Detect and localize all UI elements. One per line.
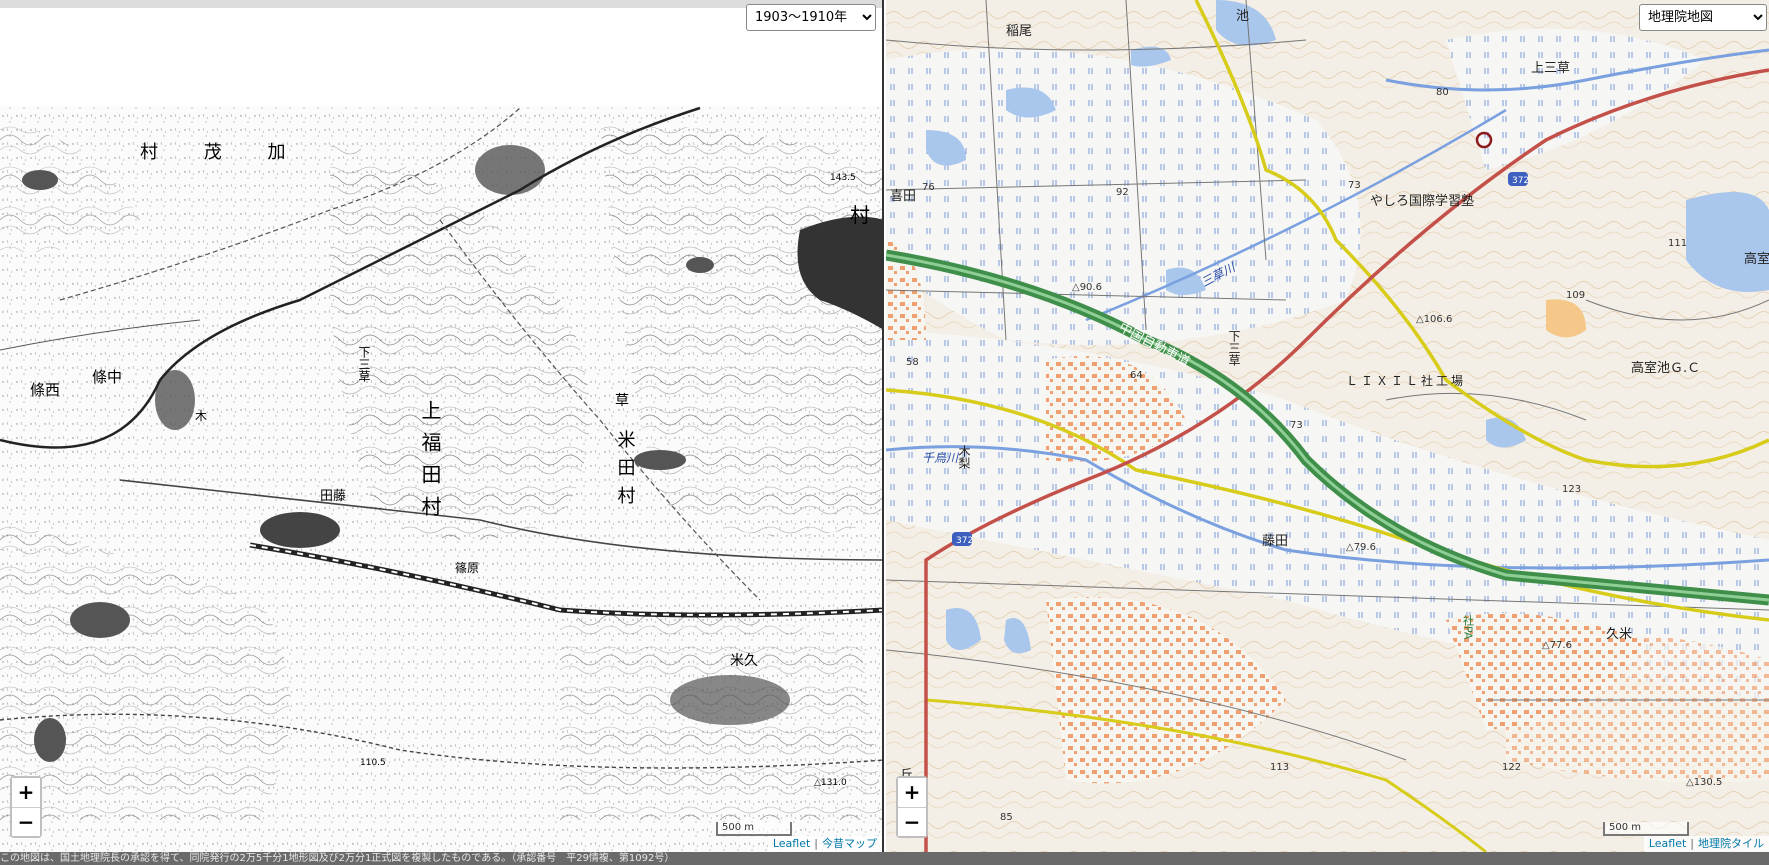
label-shinohara: 篠原	[455, 560, 479, 575]
left-attribution: Leaflet | 今昔マップ	[767, 836, 882, 852]
label-elevation: 58	[906, 357, 919, 368]
pond	[22, 170, 58, 190]
leaflet-link[interactable]: Leaflet	[773, 837, 810, 850]
label-kume: 久米	[1606, 627, 1632, 642]
label-fujita: 藤田	[1262, 534, 1288, 549]
label-kusa: 草	[615, 393, 629, 409]
gsi-map-canvas[interactable]: 372 372 稲尾 池 喜田 上三草 やしろ国際学習塾 下三草 ＬＩＸＩＬ社工…	[886, 0, 1769, 852]
label-elevation: 110.5	[360, 758, 386, 768]
label-elevation: △106.6	[1416, 314, 1452, 325]
label-nakajo: 條中	[92, 368, 122, 386]
label-elevation: 122	[1502, 762, 1521, 773]
leaflet-link[interactable]: Leaflet	[1649, 837, 1686, 850]
left-zoom-out-button[interactable]: −	[12, 807, 40, 836]
label-shimomikusa: 下三草	[357, 346, 371, 382]
label-mura: 村	[850, 203, 870, 227]
left-zoom-in-button[interactable]: +	[12, 778, 40, 807]
label-elevation: △131.0	[814, 778, 847, 788]
gsi-tile-link[interactable]: 地理院タイル	[1698, 837, 1764, 850]
label-elevation: 143.5	[830, 173, 856, 183]
label-kinashi: 木梨	[957, 445, 971, 469]
label-takamuro-gc: 高室池Ｇ.Ｃ	[1631, 360, 1700, 376]
label-shimomikusa: 下三草	[1227, 330, 1241, 366]
town-area	[1506, 633, 1769, 783]
right-attribution: Leaflet | 地理院タイル	[1643, 836, 1769, 852]
label-elevation: 123	[1562, 484, 1581, 495]
label-yoneda-village: 米田村	[615, 430, 636, 514]
gsi-layer-select[interactable]: 地理院地図	[1639, 4, 1767, 31]
label-elevation: 73	[1348, 180, 1361, 191]
label-inao: 稲尾	[1006, 24, 1032, 39]
label-takamuro: 高室	[1744, 251, 1769, 267]
label-kamo-village: 村 茂 加	[140, 142, 305, 163]
label-kamimikusa: 上三草	[1531, 61, 1570, 76]
label-lixil-factory: ＬＩＸＩＬ社工場	[1346, 373, 1466, 388]
label-chidori-river: 千鳥川	[922, 451, 960, 465]
old-map-pane[interactable]: 村 茂 加 村 條中 條西 田藤 下三草 上福田村 米田村 米久 篠原 草 木 …	[0, 0, 884, 852]
label-elevation: 76	[922, 182, 935, 193]
old-map-canvas[interactable]: 村 茂 加 村 條中 條西 田藤 下三草 上福田村 米田村 米久 篠原 草 木 …	[0, 0, 884, 852]
right-zoom-in-button[interactable]: +	[898, 778, 926, 807]
village-kume	[670, 675, 790, 725]
label-elevation: 73	[1290, 420, 1303, 431]
right-zoom-out-button[interactable]: −	[898, 807, 926, 836]
label-elevation: 113	[1270, 762, 1289, 773]
right-scale-bar: 500 m	[1603, 822, 1689, 836]
route-shield-number: 372	[956, 536, 973, 546]
label-elevation: 80	[1436, 87, 1449, 98]
label-fujita: 田藤	[320, 489, 346, 504]
pond	[634, 450, 686, 470]
label-elevation: 111	[1668, 238, 1687, 249]
label-elevation: 85	[1000, 812, 1013, 823]
pond	[70, 602, 130, 638]
label-elevation: △90.6	[1072, 282, 1102, 293]
village-fujita	[260, 512, 340, 548]
label-ike: 池	[1236, 9, 1249, 24]
label-kami-fukuda-village: 上福田村	[418, 400, 442, 528]
label-elevation: △130.5	[1686, 777, 1722, 788]
route-shield-number: 372	[1512, 176, 1529, 186]
pond	[686, 257, 714, 273]
label-kitada: 喜田	[890, 189, 916, 204]
pond	[34, 718, 66, 762]
label-elevation: 92	[1116, 187, 1129, 198]
label-elevation: 109	[1566, 290, 1585, 301]
label-nishijo: 條西	[30, 381, 60, 399]
label-yashiro-school: やしろ国際学習塾	[1370, 193, 1474, 209]
label-elevation: △79.6	[1346, 542, 1376, 553]
copyright-footer: この地図は、国土地理院長の承認を得て、同院発行の2万5千分1地形図及び2万分1正…	[0, 852, 1769, 865]
village-mikusa	[475, 145, 545, 195]
label-ki: 木	[195, 409, 207, 423]
old-map-era-select[interactable]: 1903～1910年	[746, 4, 876, 31]
konjaku-map-link[interactable]: 今昔マップ	[822, 837, 877, 850]
label-kume: 米久	[730, 653, 758, 669]
right-zoom-control: + −	[896, 776, 928, 838]
label-elevation: △77.6	[1542, 640, 1572, 651]
left-zoom-control: + −	[10, 776, 42, 838]
label-sha-pa: 社PA	[1462, 614, 1475, 640]
gsi-map-pane[interactable]: 372 372 稲尾 池 喜田 上三草 やしろ国際学習塾 下三草 ＬＩＸＩＬ社工…	[886, 0, 1769, 852]
label-elevation: 64	[1130, 370, 1143, 381]
left-scale-bar: 500 m	[716, 822, 792, 836]
